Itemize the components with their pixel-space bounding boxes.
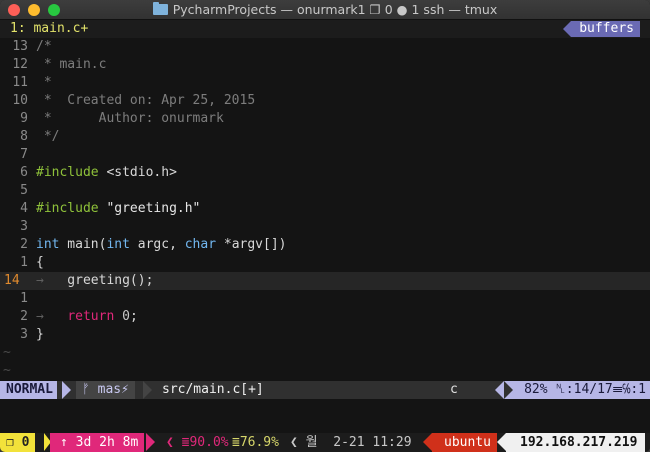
code-line: 2 int main(int argc, char *argv[]) bbox=[0, 236, 650, 254]
type-keyword: char bbox=[184, 237, 217, 252]
separator-icon bbox=[497, 433, 506, 451]
include-target: <stdio.h> bbox=[98, 165, 177, 180]
line-number: 12 bbox=[12, 57, 28, 72]
line-text: */ bbox=[36, 129, 60, 144]
line-text: { bbox=[36, 255, 44, 270]
cursor-position-text: 82% ␤:14/17☰℅:1 bbox=[524, 382, 646, 397]
code-line: 3} bbox=[0, 326, 650, 344]
preprocessor-directive: #include bbox=[36, 165, 99, 180]
line-text: * main.c bbox=[36, 57, 107, 72]
code-line: 9 * Author: onurmark bbox=[0, 110, 650, 128]
cpu-usage: ❮ ≣90.0% bbox=[166, 435, 229, 450]
minimize-button[interactable] bbox=[28, 4, 40, 16]
code-fragment: argc, bbox=[129, 237, 185, 252]
code-line: 12 * main.c bbox=[0, 56, 650, 74]
terminal-window: PycharmProjects — onurmark1 ❐ 0 ● 1 ssh … bbox=[0, 0, 650, 452]
line-number: 13 bbox=[12, 39, 28, 54]
line-number: 9 bbox=[20, 111, 28, 126]
line-number: 3 bbox=[20, 327, 28, 342]
type-keyword: int bbox=[36, 237, 60, 252]
separator-icon bbox=[143, 381, 152, 399]
window-title: PycharmProjects — onurmark1 ❐ 0 ● 1 ssh … bbox=[152, 2, 498, 17]
line-text: * bbox=[36, 75, 52, 90]
file-name: src/main.c[+] bbox=[162, 382, 264, 397]
separator-icon bbox=[62, 381, 71, 399]
window-controls bbox=[8, 4, 60, 16]
cursor-position: 82% ␤:14/17☰℅:1 bbox=[495, 381, 650, 399]
code-line: 7 bbox=[0, 146, 650, 164]
return-keyword: return bbox=[67, 309, 115, 324]
line-number: 3 bbox=[20, 219, 28, 234]
git-branch: ᚠ mas⚡ bbox=[76, 381, 135, 399]
mode-indicator: NORMAL bbox=[0, 381, 57, 399]
line-number: 6 bbox=[20, 165, 28, 180]
line-number: 10 bbox=[12, 93, 28, 108]
line-text: * Created on: Apr 25, 2015 bbox=[36, 93, 256, 108]
code-line: 10 * Created on: Apr 25, 2015 bbox=[0, 92, 650, 110]
hostname: ubuntu bbox=[432, 433, 497, 452]
date-time: ❮ 월 2-21 11:29 bbox=[290, 435, 412, 450]
indent-arrow-icon: → bbox=[36, 273, 44, 288]
code-line: 4 #include "greeting.h" bbox=[0, 200, 650, 218]
editor-pane[interactable]: 13/* 12 * main.c 11 * 10 * Created on: A… bbox=[0, 38, 650, 381]
buffers-label: buffers bbox=[563, 21, 640, 37]
ip-address: 192.168.217.219 bbox=[506, 433, 646, 452]
line-text: /* bbox=[36, 39, 52, 54]
line-number: 4 bbox=[20, 201, 28, 216]
uptime: ↑ 3d 2h 8m bbox=[50, 433, 145, 452]
code-line: 6 #include <stdio.h> bbox=[0, 164, 650, 182]
line-number: 1 bbox=[20, 291, 28, 306]
type-keyword: int bbox=[106, 237, 130, 252]
line-number: 5 bbox=[20, 183, 28, 198]
line-text: } bbox=[36, 327, 44, 342]
code-line: 3 bbox=[0, 218, 650, 236]
empty-line-marker: ~ bbox=[3, 345, 11, 360]
code-line: 11 * bbox=[0, 74, 650, 92]
preprocessor-directive: #include bbox=[36, 201, 99, 216]
file-type: c bbox=[450, 382, 458, 397]
empty-line-marker: ~ bbox=[3, 363, 11, 378]
separator-icon bbox=[146, 433, 155, 451]
tmux-session[interactable]: ❐ 0 bbox=[0, 433, 36, 452]
tab-main-c[interactable]: 1: main.c+ bbox=[0, 20, 94, 38]
code-line: 2 → return 0; bbox=[0, 308, 650, 326]
line-number: 8 bbox=[20, 129, 28, 144]
code-fragment: ; bbox=[129, 309, 138, 324]
line-text: greeting(); bbox=[43, 273, 154, 288]
indent-arrow-icon: → bbox=[36, 309, 68, 324]
vim-statusline: NORMAL ᚠ mas⚡ src/main.c[+] c 82% ␤:14/1… bbox=[0, 381, 650, 399]
zoom-button[interactable] bbox=[48, 4, 60, 16]
close-button[interactable] bbox=[8, 4, 20, 16]
line-number: 1 bbox=[20, 255, 28, 270]
code-line: 8 */ bbox=[0, 128, 650, 146]
code-line: 1 bbox=[0, 290, 650, 308]
code-fragment: *argv[]) bbox=[216, 237, 287, 252]
return-value: 0 bbox=[114, 309, 130, 324]
code-fragment: main( bbox=[59, 237, 107, 252]
code-line: 5 bbox=[0, 182, 650, 200]
code-line: 1{ bbox=[0, 254, 650, 272]
line-number: 11 bbox=[12, 75, 28, 90]
vim-tabline: 1: main.c+ buffers bbox=[0, 20, 650, 38]
code-line: 13 /* bbox=[0, 38, 650, 56]
command-line[interactable] bbox=[0, 399, 650, 433]
memory-usage: ≣76.9% bbox=[232, 435, 279, 450]
line-number: 2 bbox=[20, 237, 28, 252]
include-target: "greeting.h" bbox=[98, 201, 201, 216]
line-number: 14 bbox=[4, 273, 20, 288]
line-number: 2 bbox=[20, 309, 28, 324]
window-title-text: PycharmProjects — onurmark1 ❐ 0 ● 1 ssh … bbox=[172, 2, 498, 17]
tmux-statusbar: ❐ 0 ↑ 3d 2h 8m ❮ ≣90.0% ≣76.9% ❮ 월 2-21 … bbox=[0, 433, 650, 452]
cursor-line: 14 → greeting(); bbox=[0, 272, 650, 290]
folder-icon bbox=[152, 2, 168, 15]
separator-icon bbox=[423, 433, 432, 451]
line-number: 7 bbox=[20, 147, 28, 162]
line-text: * Author: onurmark bbox=[36, 111, 224, 126]
title-bar: PycharmProjects — onurmark1 ❐ 0 ● 1 ssh … bbox=[0, 0, 650, 20]
